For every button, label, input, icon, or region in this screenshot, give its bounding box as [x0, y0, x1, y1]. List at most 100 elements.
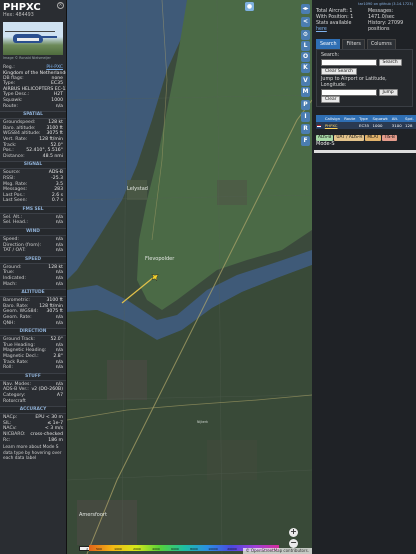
hex-value: 484493: [15, 13, 34, 18]
map-side-buttons: ◂▸ < ⚙ L O K V M P I R F: [298, 0, 312, 160]
section-signal: SIGNAL: [0, 161, 66, 170]
col-squawk[interactable]: Squawk: [371, 115, 391, 122]
flag-nl-icon: [317, 124, 321, 128]
map-attribution[interactable]: © OpenStreetMap contributors.: [242, 548, 312, 554]
place-label: Amersfoort: [79, 512, 107, 518]
legend-tick: 20000: [227, 547, 237, 551]
altitude-label: QNH:: [3, 320, 16, 326]
section-wind: WIND: [0, 228, 66, 237]
legend-tick: 4000: [152, 547, 160, 551]
col-spd[interactable]: Spd.: [404, 115, 416, 122]
zoom-in-button[interactable]: +: [289, 528, 298, 537]
cell-callsign[interactable]: PHPXC: [323, 122, 344, 129]
strip-button-m[interactable]: M: [301, 87, 310, 97]
altitude-row: QNH: n/a: [0, 321, 66, 327]
chevron-left-icon[interactable]: <: [301, 17, 310, 27]
section-altitude: ALTITUDE: [0, 289, 66, 298]
clear-button[interactable]: Clear: [321, 96, 341, 103]
cell-type: EC35: [357, 122, 372, 129]
stats-link[interactable]: here: [316, 27, 327, 32]
cell-route: [343, 122, 358, 129]
chip-mlat[interactable]: MLAT: [365, 135, 381, 141]
reg-link[interactable]: PH-PXC: [46, 65, 63, 71]
section-spatial: SPATIAL: [0, 111, 66, 120]
tab-columns[interactable]: Columns: [366, 39, 396, 49]
search-panel: Search: Search Clear Search Jump to Airp…: [316, 49, 413, 107]
legend-tick: 6000: [171, 547, 179, 551]
table-row[interactable]: PHPXC EC35 1000 3100 128: [316, 122, 416, 129]
legend-tick: 8000: [190, 547, 198, 551]
strip-button-i[interactable]: I: [301, 112, 310, 122]
jump-label: Jump to Airport or Latitude, Longitude:: [321, 77, 387, 88]
zoom-out-button[interactable]: −: [289, 539, 298, 548]
strip-button-p[interactable]: P: [301, 100, 310, 110]
table-scrollbar[interactable]: [314, 150, 416, 153]
aircraft-callsign: PHPXC: [3, 2, 41, 13]
accuracy-value: 186 m: [48, 437, 63, 443]
direction-row: Roll: n/a: [0, 365, 66, 371]
place-label: Nijkerk: [197, 420, 209, 424]
image-credit[interactable]: Image © Ronald Nielsmeijer: [0, 55, 66, 61]
tab-search[interactable]: Search: [316, 39, 341, 49]
strip-button-k[interactable]: K: [301, 63, 310, 73]
cell-spd: 128: [404, 122, 416, 129]
accuracy-label: Rc:: [3, 437, 11, 443]
map-view[interactable]: Lelystad Flevopolder Amersfoort Nijkerk …: [67, 0, 312, 554]
cell-alt: 3100: [390, 122, 405, 129]
close-icon[interactable]: ×: [57, 2, 64, 9]
stuff-row: Rotorcraft: [0, 399, 66, 405]
direction-label: Roll:: [3, 365, 13, 371]
withpos-label: With Position:: [316, 15, 349, 20]
settings-icon[interactable]: ●: [245, 2, 254, 11]
aircraft-photo[interactable]: [3, 22, 63, 55]
cell-squawk: 1000: [371, 122, 391, 129]
legend-tick: 10000: [208, 547, 218, 551]
fms-label: Sel. Head.:: [3, 220, 28, 226]
strip-button-v[interactable]: V: [301, 76, 310, 86]
col-type[interactable]: Type: [357, 115, 372, 122]
spatial-label: Distance:: [3, 153, 25, 159]
stuff-value: A7: [56, 392, 63, 398]
strip-button-l[interactable]: L: [301, 41, 310, 51]
stats-block: Total Aircraft: 1 With Position: 1 Stats…: [312, 6, 416, 33]
history-label: History:: [368, 21, 387, 26]
total-value: 1: [349, 9, 353, 14]
wind-row: TAT / OAT: n/a: [0, 248, 66, 254]
legend-tick: 500: [96, 547, 102, 551]
chip-tisb[interactable]: TIS-B: [381, 135, 397, 141]
toggle-sidebar-icon[interactable]: ◂▸: [301, 4, 310, 14]
section-stuff: STUFF: [0, 372, 66, 381]
aircraft-header: PHPXC Hex: 484493 ×: [0, 0, 66, 22]
fms-value: n/a: [55, 220, 63, 226]
place-label: Flevopolder: [145, 256, 175, 262]
total-label: Total Aircraft:: [316, 9, 348, 14]
speed-row: Mach: n/a: [0, 282, 66, 288]
mode-s-label[interactable]: Mode-S: [316, 141, 416, 148]
search-button[interactable]: Search: [378, 59, 402, 66]
col-callsign[interactable]: Callsign: [323, 115, 344, 122]
search-input[interactable]: [321, 59, 377, 66]
fms-row: Sel. Head.: n/a: [0, 220, 66, 226]
strip-button-o[interactable]: O: [301, 52, 310, 62]
jump-button[interactable]: Jump: [378, 89, 398, 96]
spatial-row: Distance: 48.5 nmi: [0, 154, 66, 160]
jump-input[interactable]: [321, 89, 377, 96]
hex-label: Hex:: [3, 13, 14, 18]
col-route[interactable]: Route: [343, 115, 358, 122]
section-speed: SPEED: [0, 255, 66, 264]
settings-icon[interactable]: ⚙: [301, 30, 310, 40]
col-alt[interactable]: Alt.: [390, 115, 405, 122]
legend-tick: 2000: [133, 547, 141, 551]
strip-button-r[interactable]: R: [301, 124, 310, 134]
altitude-value: n/a: [55, 320, 63, 326]
clear-search-button[interactable]: Clear Search: [321, 68, 357, 75]
aircraft-info-panel: PHPXC Hex: 484493 × Image © Ronald Niels…: [0, 0, 67, 554]
wind-value: n/a: [55, 248, 63, 254]
chip-uat[interactable]: UAT / ADS-R: [334, 135, 365, 141]
place-label: Lelystad: [127, 186, 148, 192]
strip-button-f[interactable]: F: [301, 136, 310, 146]
col-flag[interactable]: [316, 115, 324, 122]
signal-label: Last Seen:: [3, 198, 28, 204]
speed-label: Mach:: [3, 281, 17, 287]
tab-filters[interactable]: Filters: [342, 39, 365, 49]
